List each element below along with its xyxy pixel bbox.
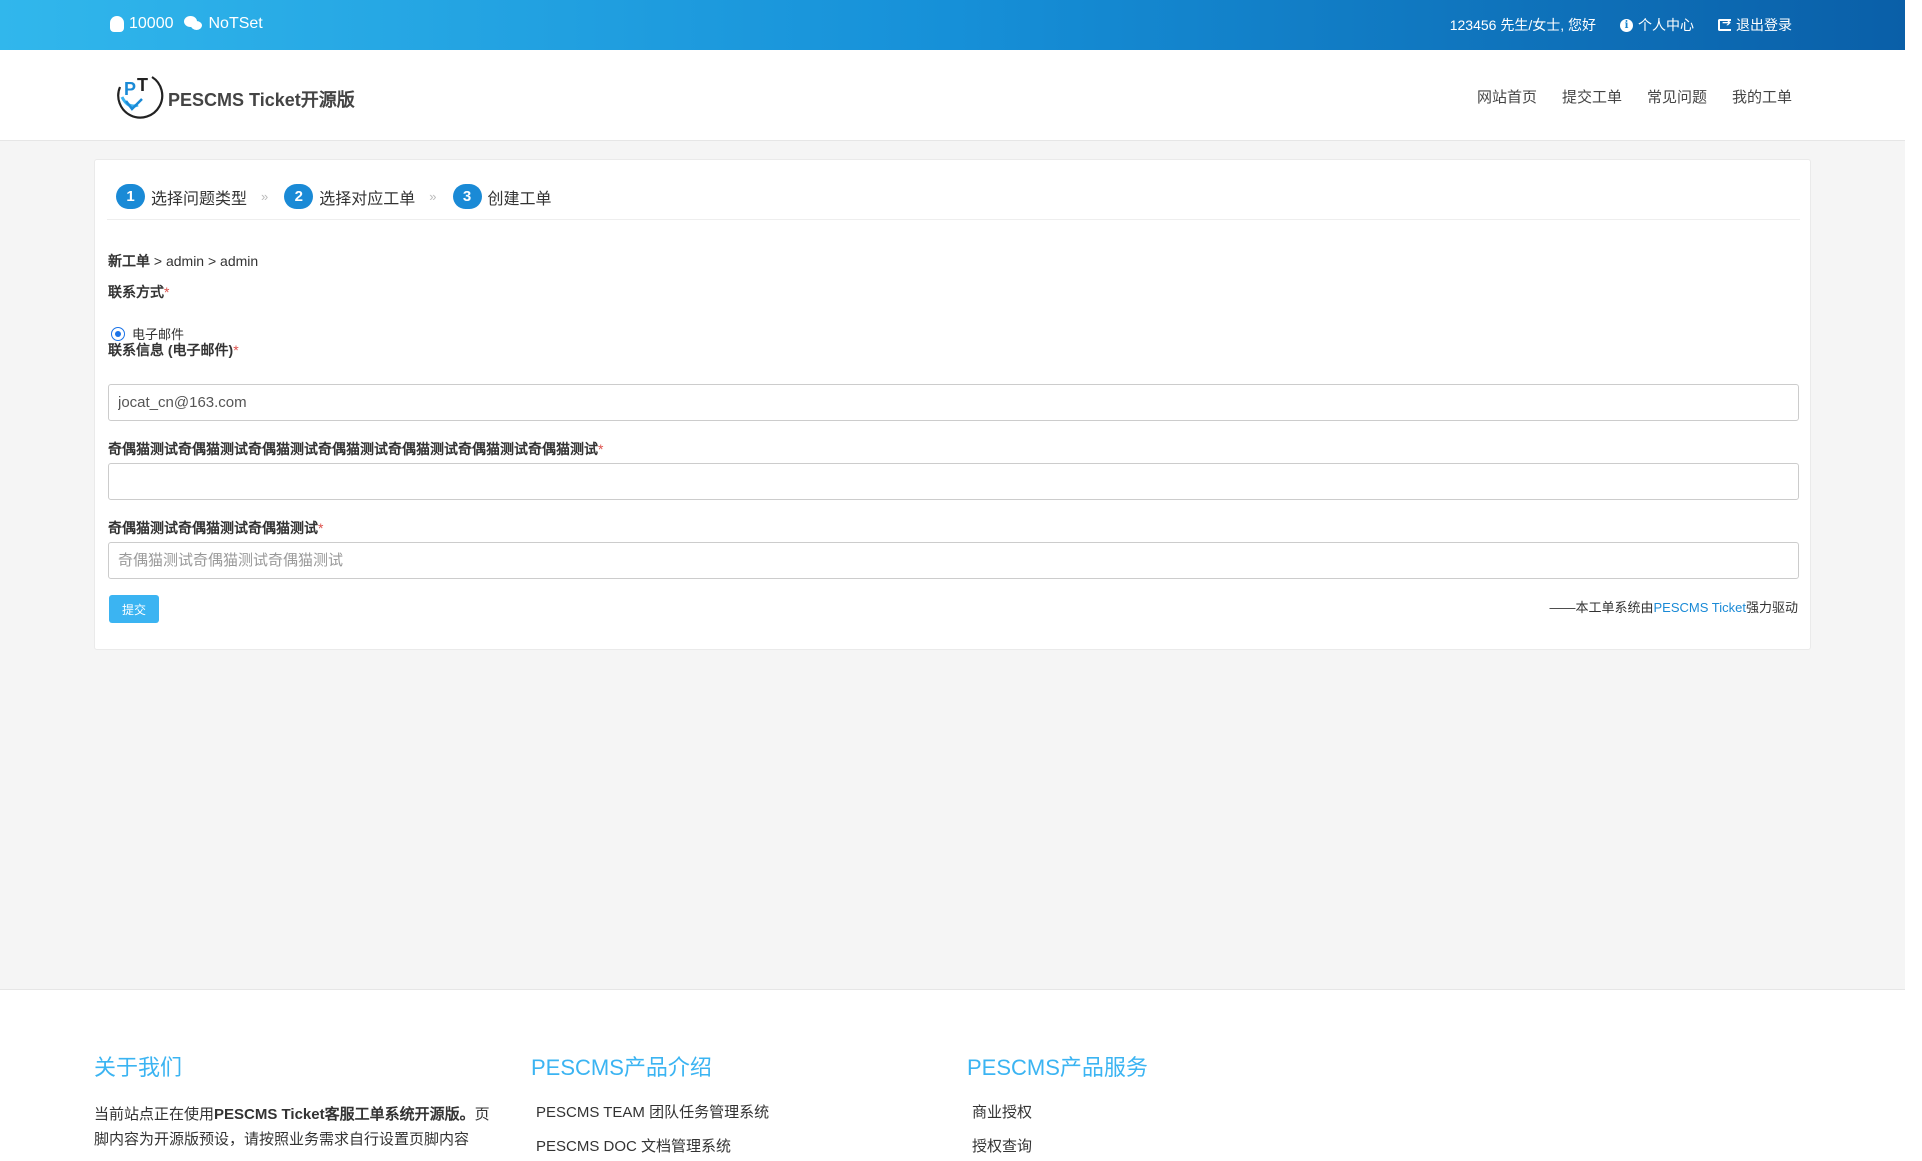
footer-services: PESCMS产品服务 商业授权 授权查询: [967, 1050, 1148, 1161]
required-mark: *: [598, 441, 604, 457]
site-header: P T PESCMS Ticket开源版 网站首页 提交工单 常见问题 我的工单: [0, 50, 1905, 141]
required-mark: *: [233, 342, 239, 358]
breadcrumb-path: > admin > admin: [150, 253, 259, 269]
nav-faq[interactable]: 常见问题: [1647, 86, 1707, 107]
step-indicator: 1 选择问题类型 » 2 选择对应工单 » 3 创建工单: [116, 184, 552, 209]
sign-out-icon: [1718, 16, 1731, 31]
footer-service-link[interactable]: 商业授权: [972, 1096, 1148, 1130]
footer-products: PESCMS产品介绍 PESCMS TEAM 团队任务管理系统 PESCMS D…: [531, 1050, 769, 1161]
step-1[interactable]: 1 选择问题类型: [116, 184, 247, 209]
divider: [107, 219, 1800, 220]
step-2[interactable]: 2 选择对应工单: [284, 184, 415, 209]
step-number: 2: [284, 184, 314, 209]
radio-selected-icon[interactable]: [111, 326, 125, 341]
field1-label: 奇偶猫测试奇偶猫测试奇偶猫测试奇偶猫测试奇偶猫测试奇偶猫测试奇偶猫测试*: [108, 441, 604, 457]
nav-home[interactable]: 网站首页: [1477, 86, 1537, 107]
required-mark: *: [164, 284, 170, 300]
ticket-form-card: 1 选择问题类型 » 2 选择对应工单 » 3 创建工单 新工单 > admin…: [94, 159, 1811, 650]
top-bar: 10000 NoTSet 123456 先生/女士, 您好 i 个人中心 退出登…: [0, 0, 1905, 50]
site-footer: 关于我们 当前站点正在使用PESCMS Ticket客服工单系统开源版。页脚内容…: [0, 989, 1905, 1161]
page: 10000 NoTSet 123456 先生/女士, 您好 i 个人中心 退出登…: [0, 0, 1905, 1161]
info-icon: i: [1620, 18, 1633, 32]
step-3: 3 创建工单: [452, 184, 552, 209]
pescms-logo[interactable]: P T: [112, 69, 164, 121]
footer-product-link[interactable]: PESCMS DOC 文档管理系统: [536, 1130, 769, 1161]
logout-label: 退出登录: [1736, 17, 1792, 33]
wechat-contact[interactable]: NoTSet: [183, 14, 263, 33]
footer-about: 关于我们 当前站点正在使用PESCMS Ticket客服工单系统开源版。页脚内容…: [94, 1050, 494, 1152]
footer-service-link[interactable]: 授权查询: [972, 1130, 1148, 1161]
footer-about-title: 关于我们: [94, 1055, 183, 1080]
qq-contact[interactable]: 10000: [110, 15, 174, 33]
powered-by: ——本工单系统由PESCMS Ticket强力驱动: [1549, 600, 1799, 615]
svg-text:P: P: [124, 79, 136, 99]
scrollbar[interactable]: [1905, 0, 1922, 1161]
required-mark: *: [318, 520, 324, 536]
svg-text:T: T: [137, 75, 148, 95]
field1-input[interactable]: [108, 463, 1799, 500]
step-label: 选择问题类型: [151, 190, 248, 208]
step-separator: »: [429, 189, 437, 204]
step-number: 3: [452, 184, 482, 209]
user-greeting: 123456 先生/女士, 您好: [1449, 17, 1596, 33]
profile-link[interactable]: i 个人中心: [1620, 15, 1694, 35]
breadcrumb: 新工单 > admin > admin: [108, 251, 258, 271]
qq-number: 10000: [129, 14, 174, 32]
step-label: 创建工单: [487, 190, 552, 208]
submit-button[interactable]: 提交: [109, 595, 159, 623]
footer-about-text: 当前站点正在使用PESCMS Ticket客服工单系统开源版。页脚内容为开源版预…: [94, 1106, 490, 1148]
logout-link[interactable]: 退出登录: [1718, 15, 1792, 35]
contact-info-label: 联系信息 (电子邮件)*: [108, 342, 239, 358]
contact-info-input[interactable]: [108, 384, 1799, 421]
contact-method-label: 联系方式*: [108, 284, 170, 300]
field2-input[interactable]: [108, 542, 1799, 579]
breadcrumb-root: 新工单: [108, 253, 150, 269]
nav-submit-ticket[interactable]: 提交工单: [1562, 86, 1622, 107]
step-label: 选择对应工单: [319, 190, 416, 208]
wechat-icon: [183, 16, 204, 31]
wechat-id: NoTSet: [208, 14, 263, 32]
profile-label: 个人中心: [1638, 17, 1694, 33]
qq-icon: [110, 15, 124, 32]
step-number: 1: [116, 184, 145, 209]
step-separator: »: [261, 189, 269, 204]
footer-services-title: PESCMS产品服务: [967, 1055, 1148, 1080]
footer-products-title: PESCMS产品介绍: [531, 1055, 712, 1080]
field2-label: 奇偶猫测试奇偶猫测试奇偶猫测试*: [108, 520, 324, 536]
nav-my-tickets[interactable]: 我的工单: [1732, 86, 1792, 107]
footer-product-link[interactable]: PESCMS TEAM 团队任务管理系统: [536, 1096, 769, 1130]
main-nav: 网站首页 提交工单 常见问题 我的工单: [1477, 86, 1792, 107]
site-name[interactable]: PESCMS Ticket开源版: [168, 86, 355, 112]
powered-by-link[interactable]: PESCMS Ticket: [1654, 600, 1746, 615]
